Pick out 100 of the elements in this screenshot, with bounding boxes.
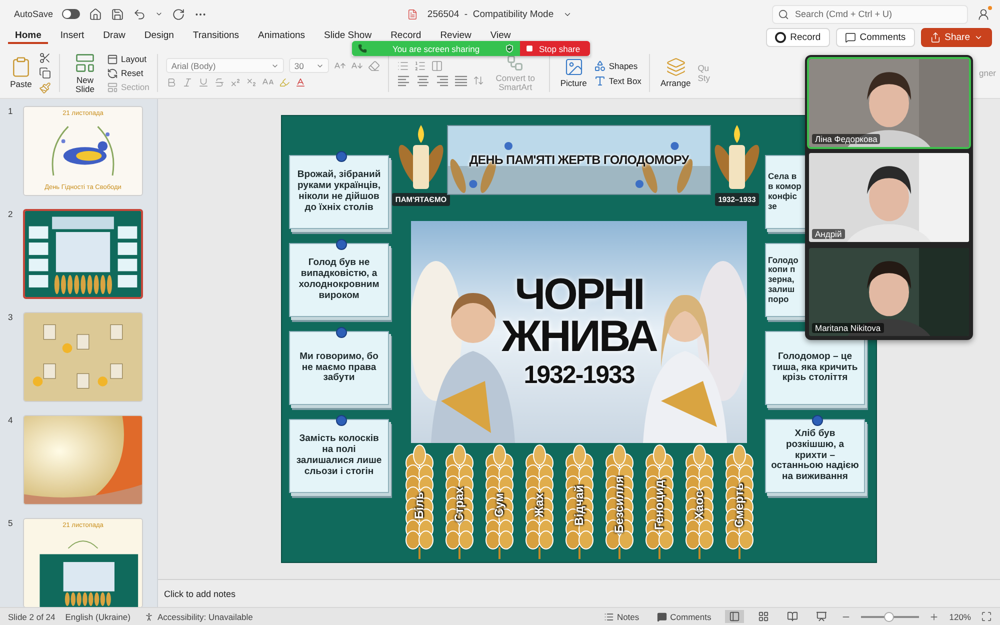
- ear-label: Страх: [452, 487, 466, 523]
- notes-button[interactable]: Notes: [600, 610, 644, 622]
- line-spacing-icon[interactable]: [473, 75, 484, 86]
- card-text: Голодомор – це тиша, яка кричить крізь століття: [771, 352, 859, 384]
- participant-name: Maritana Nikitova: [812, 322, 884, 333]
- reset-icon: [107, 68, 118, 78]
- search-field[interactable]: Search (Cmd + Ctrl + U): [772, 4, 968, 24]
- stop-icon: [526, 45, 533, 52]
- card-text: Хліб був розкішшю, а крихти – останньою надією на виживання: [770, 428, 860, 484]
- align-right-icon[interactable]: [435, 74, 450, 86]
- comments-icon: [657, 612, 668, 622]
- ear-label: Смерть: [732, 482, 746, 528]
- justify-icon[interactable]: [454, 74, 468, 86]
- banner-title: ДЕНЬ ПАМ'ЯТІ ЖЕРТВ ГОЛОДОМОРУ: [469, 153, 689, 167]
- subscript-icon[interactable]: [246, 76, 258, 88]
- slide-number: 5: [8, 518, 14, 530]
- clipboard-icon: [10, 56, 32, 78]
- accessibility-icon: [144, 612, 154, 622]
- fit-to-window-icon[interactable]: [981, 611, 992, 622]
- ear-label: Безсилля: [612, 476, 626, 534]
- slide-number: 4: [8, 415, 14, 427]
- comments-button[interactable]: Comments: [836, 28, 915, 47]
- caret-icon[interactable]: [155, 10, 164, 18]
- text-box-button[interactable]: Text Box: [594, 74, 642, 86]
- ribbon-tab[interactable]: View: [483, 28, 518, 44]
- save-icon[interactable]: [111, 8, 124, 20]
- zoom-in-icon[interactable]: [929, 612, 940, 622]
- video-tile[interactable]: Ліна Федоркова: [807, 57, 971, 150]
- participant-name: Ліна Федоркова: [812, 134, 880, 144]
- align-left-icon[interactable]: [397, 74, 412, 86]
- participant-name: Андрій: [812, 228, 845, 239]
- columns-icon[interactable]: [431, 60, 444, 72]
- redo-icon[interactable]: [172, 8, 186, 20]
- ribbon-tab[interactable]: Draw: [96, 28, 132, 44]
- comments-button[interactable]: Comments: [653, 610, 716, 622]
- ribbon-tab[interactable]: Review: [433, 28, 478, 44]
- document-title: 256504 - Compatibility Mode: [427, 8, 554, 20]
- ear-label: Жах: [532, 492, 546, 518]
- video-tile[interactable]: Maritana Nikitova: [807, 246, 971, 338]
- picture-icon: [564, 57, 584, 78]
- ear-label: Геноцид: [652, 480, 666, 530]
- share-button[interactable]: Share: [920, 28, 992, 47]
- font-name-field[interactable]: Arial (Body): [166, 58, 284, 73]
- person-icon[interactable]: [977, 8, 990, 20]
- reading-view-icon: [787, 611, 798, 622]
- pin-icon: [336, 415, 347, 426]
- cut-icon[interactable]: [39, 52, 51, 64]
- new-slide-button[interactable]: New Slide: [68, 52, 102, 94]
- slide-number: 2: [8, 209, 14, 221]
- stop-share-button[interactable]: Stop share: [520, 41, 590, 56]
- video-tile[interactable]: Андрій: [807, 151, 971, 244]
- shapes-button[interactable]: Shapes: [594, 60, 642, 72]
- slide-number: 3: [8, 312, 14, 324]
- normal-view-icon: [729, 611, 740, 622]
- share-icon: [930, 32, 941, 43]
- copy-icon[interactable]: [39, 67, 51, 79]
- ribbon-tab[interactable]: Animations: [251, 28, 312, 44]
- language-label[interactable]: English (Ukraine): [65, 612, 130, 622]
- highlighter-icon[interactable]: [279, 76, 290, 88]
- picture-button[interactable]: Picture: [558, 57, 589, 89]
- smartart-icon: [506, 54, 524, 72]
- undo-icon[interactable]: [133, 8, 146, 20]
- ribbon-tab[interactable]: Slide Show: [317, 28, 379, 44]
- shield-icon: [504, 44, 514, 53]
- accessibility-button[interactable]: Accessibility: Unavailable: [140, 610, 257, 622]
- ear-label: Відчай: [572, 484, 586, 526]
- underline-icon[interactable]: [198, 76, 210, 88]
- sharing-message: You are screen sharing: [392, 44, 480, 54]
- record-button[interactable]: Record: [766, 28, 830, 47]
- home-icon[interactable]: [89, 8, 102, 20]
- clear-format-icon[interactable]: [368, 60, 380, 72]
- comments-icon: [844, 32, 856, 43]
- paste-button[interactable]: Paste: [8, 56, 34, 90]
- view-button[interactable]: [725, 610, 744, 623]
- bold-icon[interactable]: [166, 76, 178, 88]
- superscript-icon[interactable]: [230, 76, 242, 88]
- shrink-font-icon[interactable]: [351, 60, 364, 72]
- ribbon-tab[interactable]: Design: [137, 28, 181, 44]
- ribbon-tab[interactable]: Record: [384, 28, 428, 44]
- grow-font-icon[interactable]: [334, 60, 346, 72]
- font-color-icon[interactable]: [295, 76, 306, 88]
- strikethrough-icon[interactable]: [214, 76, 226, 88]
- pin-icon: [336, 151, 347, 162]
- ribbon-tab[interactable]: Transitions: [186, 28, 246, 44]
- card-text: Села в в комор конфіс зе: [768, 172, 802, 212]
- font-size-field[interactable]: 30: [289, 58, 330, 73]
- reset-button[interactable]: Reset: [107, 68, 150, 78]
- ribbon-tab[interactable]: Home: [8, 28, 48, 44]
- arrange-button[interactable]: Arrange: [658, 57, 693, 89]
- new-slide-icon: [74, 52, 96, 74]
- autosave-toggle[interactable]: [62, 9, 80, 19]
- ribbon-tab[interactable]: Insert: [53, 28, 92, 44]
- notes-placeholder[interactable]: Click to add notes: [164, 588, 236, 598]
- italic-icon[interactable]: [182, 76, 194, 88]
- numbering-icon[interactable]: [414, 60, 426, 72]
- ear-label: Біль: [412, 492, 426, 518]
- layout-button[interactable]: Layout: [107, 54, 150, 64]
- search-icon: [778, 8, 789, 20]
- align-center-icon[interactable]: [416, 74, 430, 86]
- shapes-icon: [594, 60, 606, 72]
